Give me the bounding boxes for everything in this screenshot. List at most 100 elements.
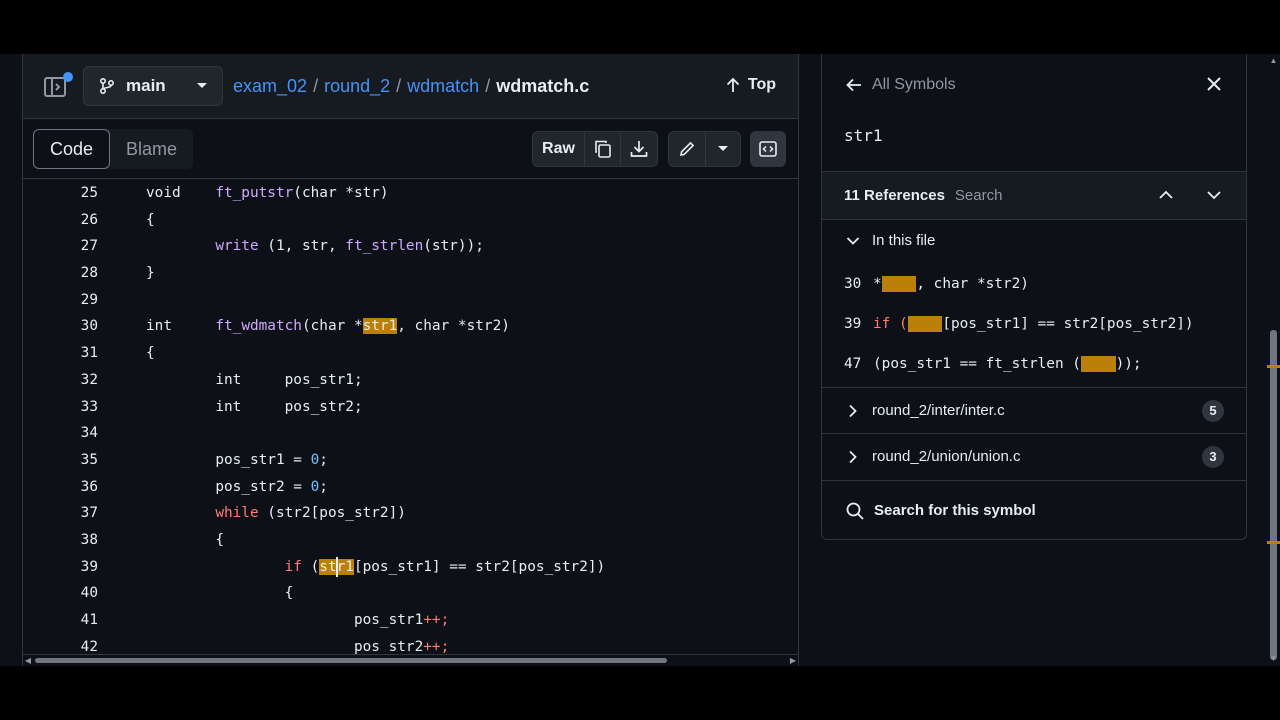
triangle-down-icon — [196, 82, 208, 90]
line-number[interactable]: 35 — [23, 447, 98, 474]
symbol-highlight[interactable]: str1 — [319, 556, 354, 577]
branch-selector[interactable]: main — [83, 66, 223, 106]
reference-file-row[interactable]: round_2/inter/inter.c 5 — [822, 387, 1246, 433]
breadcrumb: exam_02 / round_2 / wdmatch / wdmatch.c — [233, 76, 589, 97]
chevron-right-icon — [848, 450, 858, 464]
copy-button[interactable] — [585, 132, 621, 166]
symbol-highlight[interactable]: str1 — [362, 318, 398, 335]
scroll-left-icon[interactable]: ◀ — [23, 655, 33, 666]
code-line: 37 while (str2[pos_str2]) — [23, 500, 798, 527]
view-tabs: Code Blame — [33, 129, 194, 169]
line-number[interactable]: 38 — [23, 527, 98, 554]
notification-dot — [63, 72, 73, 82]
download-icon — [629, 139, 649, 159]
breadcrumb-current-file: wdmatch.c — [496, 76, 590, 96]
all-symbols-back-button[interactable]: All Symbols — [846, 76, 956, 94]
edit-actions-group — [668, 131, 741, 167]
code-line: 36 pos_str2 = 0; — [23, 474, 798, 501]
x-icon — [1206, 76, 1222, 92]
line-number[interactable]: 29 — [23, 287, 98, 314]
search-for-symbol-button[interactable]: Search for this symbol — [822, 480, 1246, 540]
raw-button[interactable]: Raw — [533, 132, 585, 166]
chevron-down-icon — [846, 234, 860, 248]
line-number[interactable]: 36 — [23, 474, 98, 501]
line-number[interactable]: 33 — [23, 394, 98, 421]
symbols-panel-button[interactable] — [750, 131, 786, 167]
file-actions-group: Raw — [532, 131, 658, 167]
line-number[interactable]: 40 — [23, 580, 98, 607]
scroll-right-icon[interactable]: ▶ — [788, 655, 798, 666]
line-number[interactable]: 32 — [23, 367, 98, 394]
search-for-symbol-label: Search for this symbol — [874, 502, 1036, 519]
count-badge: 5 — [1202, 399, 1224, 422]
code-line: 31{ — [23, 340, 798, 367]
vertical-scrollbar[interactable]: ▲ ▼ — [1267, 54, 1280, 666]
code-line: 32 int pos_str1; — [23, 367, 798, 394]
code-line: 25 void ft_putstr(char *str) — [23, 180, 798, 207]
line-number[interactable]: 34 — [23, 420, 98, 447]
git-branch-icon — [98, 77, 116, 95]
count-badge: 3 — [1202, 445, 1224, 468]
line-number[interactable]: 39 — [23, 554, 98, 581]
branch-name: main — [126, 76, 166, 95]
tab-code[interactable]: Code — [33, 129, 111, 169]
chevron-right-icon — [848, 404, 858, 418]
symbols-panel: All Symbols str1 11 References Search In… — [821, 54, 1247, 540]
line-number[interactable]: 37 — [23, 500, 98, 527]
code-line: 41 pos_str1++; — [23, 607, 798, 634]
symbols-header: All Symbols str1 — [822, 54, 1246, 172]
top-button[interactable]: Top — [726, 76, 776, 94]
scrollbar-thumb[interactable] — [1270, 330, 1277, 660]
match-marker — [1267, 541, 1280, 544]
symbol-highlight: str1 — [1080, 356, 1116, 372]
references-count: 11 References — [844, 187, 945, 204]
reference-item[interactable]: 47 (pos_str1 == ft_strlen (str1)); — [844, 356, 1142, 372]
line-number[interactable]: 41 — [23, 607, 98, 634]
code-square-icon — [758, 139, 778, 159]
line-number[interactable]: 28 — [23, 260, 98, 287]
edit-button[interactable] — [669, 132, 706, 166]
scrollbar-thumb[interactable] — [35, 658, 667, 663]
line-number[interactable]: 31 — [23, 340, 98, 367]
code-line: 42 pos_str2++; — [23, 634, 798, 656]
chevron-up-icon[interactable] — [1158, 187, 1174, 203]
scroll-up-icon[interactable]: ▲ — [1267, 56, 1280, 65]
download-button[interactable] — [621, 132, 657, 166]
code-line: 29 — [23, 287, 798, 314]
breadcrumb-separator: / — [313, 76, 319, 96]
reference-item[interactable]: 30 *str1, char *str2) — [844, 276, 1029, 292]
all-symbols-label: All Symbols — [872, 76, 956, 93]
symbol-highlight: str1 — [881, 276, 917, 292]
edit-dropdown-button[interactable] — [706, 132, 740, 166]
line-number[interactable]: 27 — [23, 233, 98, 260]
line-number[interactable]: 30 — [23, 313, 98, 340]
line-number[interactable]: 25 — [23, 180, 98, 207]
breadcrumb-separator: / — [396, 76, 402, 96]
breadcrumb-subfolder[interactable]: wdmatch — [407, 76, 479, 97]
chevron-down-icon[interactable] — [1206, 187, 1222, 203]
code-line: 40 { — [23, 580, 798, 607]
close-button[interactable] — [1206, 76, 1222, 92]
code-line: 34 — [23, 420, 798, 447]
file-path: round_2/union/union.c — [872, 448, 1021, 465]
code-line: 38 { — [23, 527, 798, 554]
horizontal-scrollbar[interactable]: ◀ ▶ — [23, 654, 798, 666]
in-this-file-label: In this file — [872, 232, 936, 249]
references-search[interactable]: Search — [955, 187, 1003, 204]
scroll-down-icon[interactable]: ▼ — [1267, 654, 1280, 663]
breadcrumb-folder[interactable]: round_2 — [324, 76, 390, 97]
code-view[interactable]: 25 void ft_putstr(char *str) 26{ 27 write… — [23, 180, 798, 656]
file-toolbar: Code Blame Raw — [23, 119, 798, 179]
line-number[interactable]: 26 — [23, 207, 98, 234]
line-number[interactable]: 42 — [23, 634, 98, 656]
tab-blame[interactable]: Blame — [110, 129, 193, 169]
match-marker — [1267, 365, 1280, 368]
in-this-file-toggle[interactable]: In this file — [846, 232, 935, 249]
top-label: Top — [747, 76, 776, 93]
breadcrumb-repo[interactable]: exam_02 — [233, 76, 307, 97]
file-path: round_2/inter/inter.c — [872, 402, 1005, 419]
code-panel: main exam_02 / round_2 / wdmatch / wdmat… — [22, 54, 799, 666]
sidebar-toggle-icon[interactable] — [43, 72, 73, 100]
reference-item[interactable]: 39 if (str1[pos_str1] == str2[pos_str2]) — [844, 316, 1194, 332]
reference-file-row[interactable]: round_2/union/union.c 3 — [822, 433, 1246, 479]
